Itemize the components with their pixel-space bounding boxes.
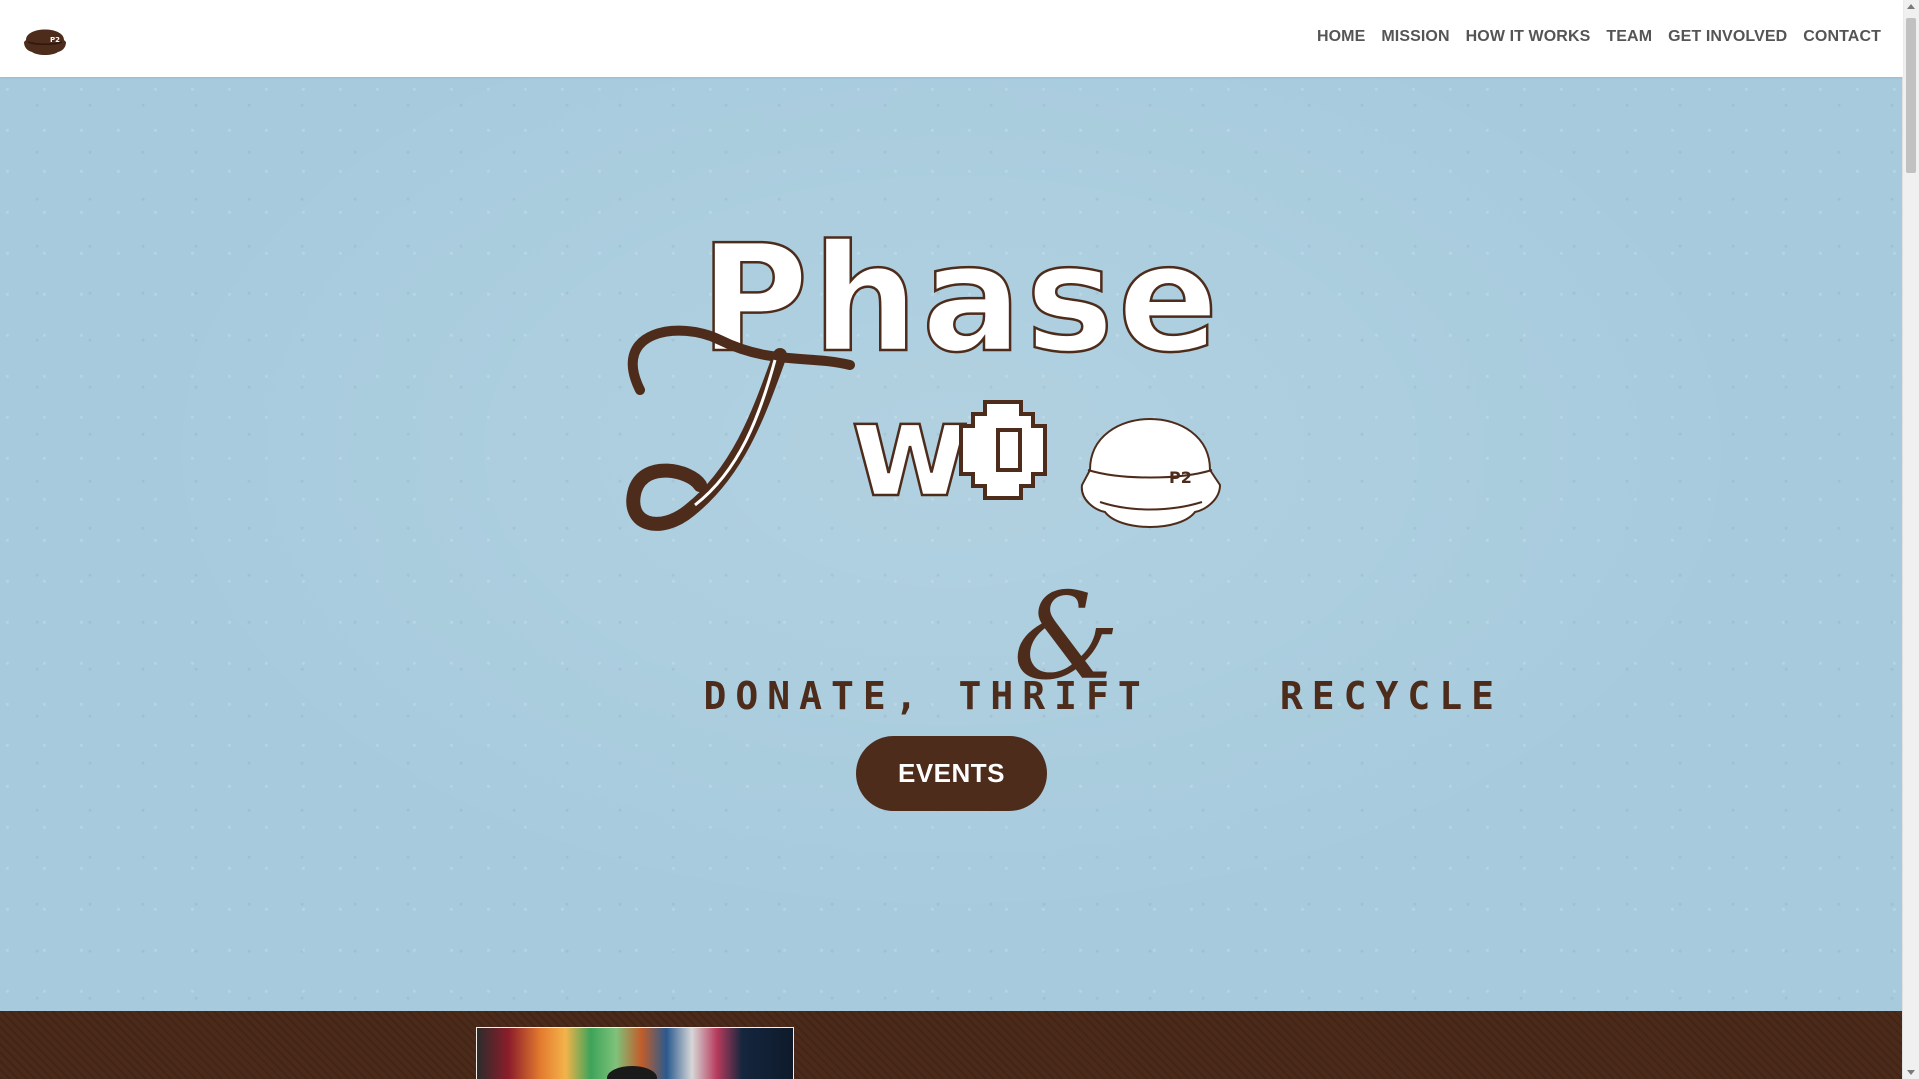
nav-get-involved[interactable]: GET INVOLVED [1668, 28, 1787, 46]
title-two-graphic: w P2 [626, 325, 1222, 531]
hat-badge: P2 [1169, 468, 1192, 487]
pixel-o-glyph [959, 400, 1047, 500]
tagline-ampersand: & [1013, 580, 1120, 690]
tagline-part2: RECYCLE [1279, 674, 1503, 718]
main-nav: HOME MISSION HOW IT WORKS TEAM GET INVOL… [1317, 28, 1881, 46]
nav-contact[interactable]: CONTACT [1803, 28, 1881, 46]
scroll-down-icon[interactable] [1907, 1070, 1915, 1075]
p2-beanie-logo-icon[interactable]: P2 [22, 18, 68, 60]
scroll-up-icon[interactable] [1907, 4, 1915, 9]
nav-home[interactable]: HOME [1317, 28, 1365, 46]
script-t-glyph [626, 325, 855, 531]
page: P2 HOME MISSION HOW IT WORKS TEAM GET IN… [0, 0, 1919, 1079]
w-glyph: w [850, 374, 970, 526]
nav-how-it-works[interactable]: HOW IT WORKS [1466, 28, 1591, 46]
hat-icon: P2 [1080, 418, 1222, 528]
svg-text:P2: P2 [50, 36, 60, 44]
vertical-scrollbar[interactable] [1902, 0, 1919, 1079]
nav-team[interactable]: TEAM [1606, 28, 1652, 46]
content-band [0, 1011, 1903, 1079]
nav-mission[interactable]: MISSION [1381, 28, 1449, 46]
clothing-rack-photo [476, 1027, 794, 1079]
scroll-thumb[interactable] [1906, 18, 1916, 173]
svg-text:&: & [1013, 580, 1120, 690]
events-button[interactable]: EVENTS [856, 736, 1047, 811]
site-header: P2 HOME MISSION HOW IT WORKS TEAM GET IN… [0, 0, 1903, 77]
